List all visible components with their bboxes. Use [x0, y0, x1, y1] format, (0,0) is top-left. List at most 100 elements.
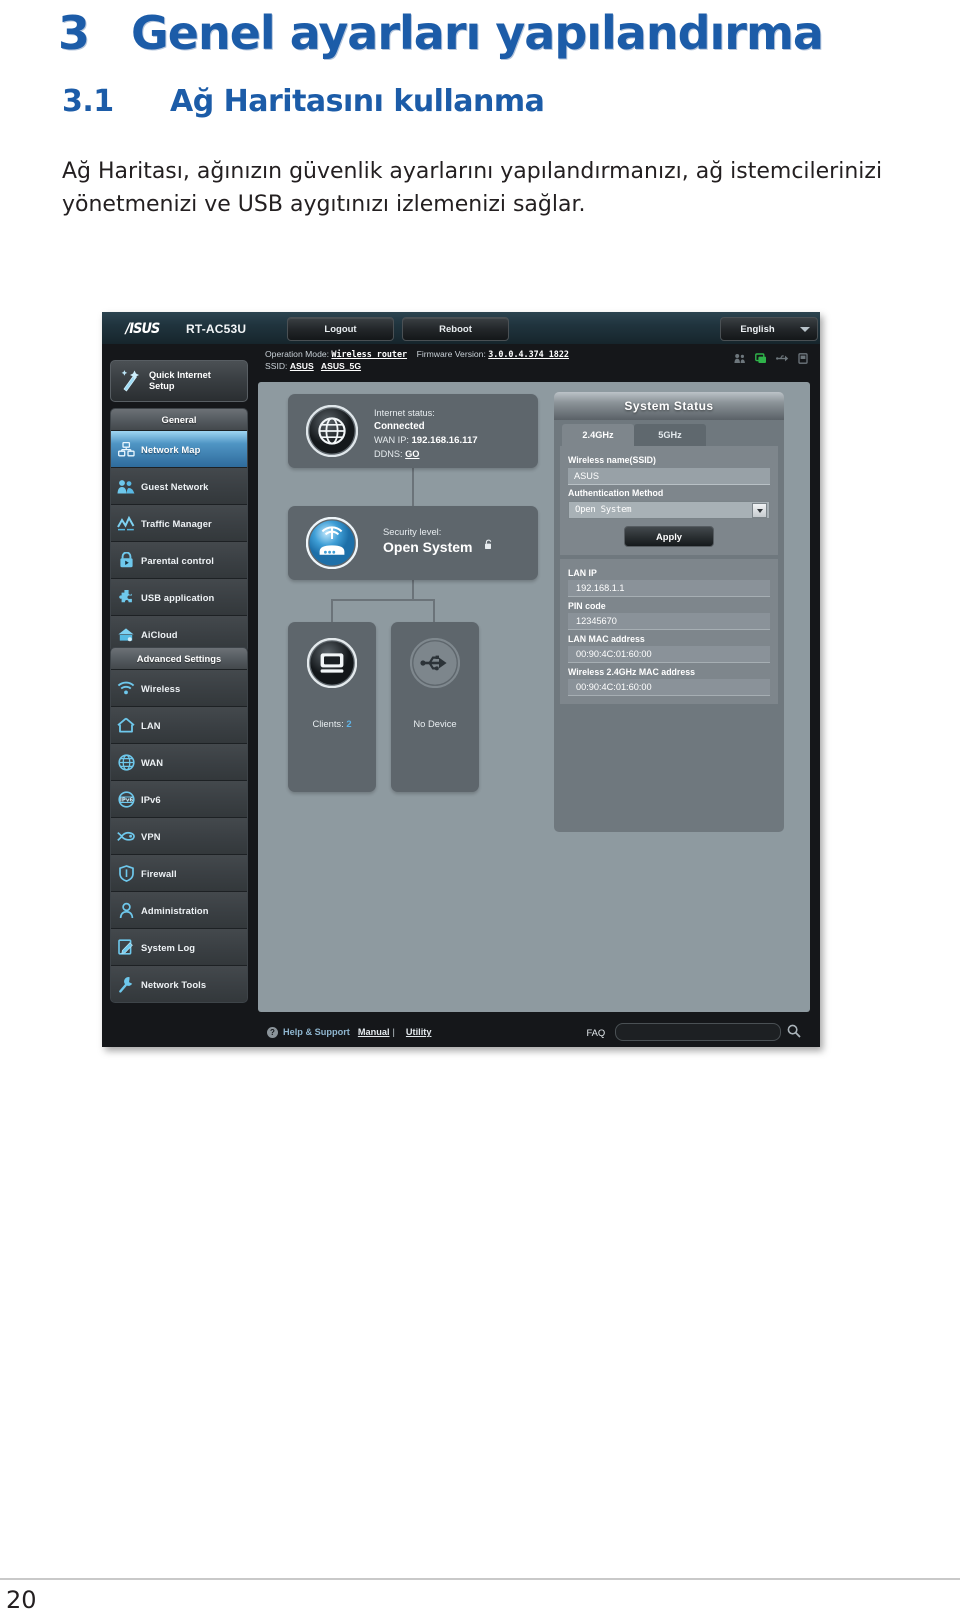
chapter-heading: 3 Genel ayarları yapılandırma: [58, 6, 824, 60]
sidebar-item-ipv6[interactable]: IPv6 IPv6: [111, 780, 247, 817]
guest-network-icon: [111, 479, 141, 494]
security-level-value: Open System: [383, 539, 473, 555]
internet-status-node[interactable]: Internet status: Connected WAN IP: 192.1…: [288, 394, 538, 468]
shield-icon: [111, 864, 141, 882]
sidebar-item-label: Quick Internet Setup: [149, 369, 211, 391]
sidebar-item-vpn[interactable]: VPN: [111, 817, 247, 854]
wrench-icon: [111, 976, 141, 993]
language-label: English: [740, 323, 775, 335]
security-level-node[interactable]: Security level: Open System: [288, 506, 538, 580]
firmware-value[interactable]: 3.0.0.4.374_1822: [488, 349, 569, 359]
chevron-down-icon[interactable]: [752, 503, 767, 518]
router-footer: ? Help & Support Manual | Utility FAQ: [102, 1017, 820, 1047]
system-status-panel: System Status 2.4GHz 5GHz Wireless name(…: [554, 392, 784, 832]
network-map-icon[interactable]: [755, 353, 767, 364]
sidebar-item-usb-application[interactable]: USB application: [111, 578, 247, 615]
sidebar-item-wan[interactable]: WAN: [111, 743, 247, 780]
operation-mode-value[interactable]: Wireless_router: [331, 349, 407, 359]
chevron-down-icon: [800, 326, 810, 332]
wifi-icon: [111, 681, 141, 695]
clients-caption: Clients: 2: [288, 718, 376, 729]
network-map-icon: [111, 441, 141, 457]
sidebar-item-network-map[interactable]: Network Map: [111, 430, 247, 467]
router-icon: [305, 516, 359, 571]
apply-row: Apply: [568, 526, 770, 547]
ssid-value-24[interactable]: ASUS: [290, 361, 314, 371]
globe-icon: [305, 404, 359, 459]
lan-ip-label: LAN IP: [568, 568, 597, 578]
usb-icon[interactable]: [776, 353, 789, 364]
connector-line: [331, 599, 435, 601]
sidebar-item-label: WAN: [141, 756, 164, 768]
section-title: Ağ Haritasını kullanma: [170, 84, 545, 119]
system-status-body: 2.4GHz 5GHz Wireless name(SSID) ASUS Aut…: [554, 420, 784, 832]
utility-link[interactable]: Utility: [406, 1027, 432, 1037]
router-admin-screenshot: /ISUS RT-AC53U Logout Reboot English Ope…: [102, 312, 820, 1047]
manual-link[interactable]: Manual: [358, 1027, 390, 1037]
sidebar-item-label: AiCloud: [141, 628, 178, 640]
connector-line: [412, 468, 414, 506]
sidebar-item-label: Administration: [141, 904, 209, 916]
clients-node[interactable]: Clients: 2: [288, 622, 376, 792]
internet-status-info: Internet status: Connected WAN IP: 192.1…: [374, 407, 478, 461]
sidebar-item-system-log[interactable]: System Log: [111, 928, 247, 965]
pin-code-value: 12345670: [568, 613, 770, 630]
router-sidebar: Quick Internet Setup General Network Map…: [102, 344, 254, 1047]
firmware-label: Firmware Version:: [416, 349, 486, 359]
logout-button[interactable]: Logout: [287, 317, 394, 341]
traffic-manager-icon: [111, 515, 141, 531]
page-number: 20: [6, 1586, 37, 1614]
magic-wand-icon: [119, 368, 145, 394]
wan-ip-label: WAN IP:: [374, 434, 409, 445]
ddns-label: DDNS:: [374, 448, 403, 459]
search-icon[interactable]: [787, 1024, 801, 1040]
usb-caption: No Device: [413, 718, 457, 729]
home-icon: [111, 717, 141, 733]
faq-search-input[interactable]: [615, 1023, 782, 1041]
sidebar-item-administration[interactable]: Administration: [111, 891, 247, 928]
lan-mac-label: LAN MAC address: [568, 634, 645, 644]
sidebar-item-label: Guest Network: [141, 480, 209, 492]
sidebar-item-wireless[interactable]: Wireless: [111, 669, 247, 706]
band-tabs: 2.4GHz 5GHz: [554, 420, 784, 446]
auth-method-label: Authentication Method: [568, 488, 664, 498]
sidebar-item-guest-network[interactable]: Guest Network: [111, 467, 247, 504]
sidebar-item-network-tools[interactable]: Network Tools: [111, 965, 247, 1002]
usb-device-node[interactable]: No Device: [391, 622, 479, 792]
aicloud-icon: [111, 627, 141, 642]
chapter-number: 3: [58, 6, 90, 60]
wireless-mac-label: Wireless 2.4GHz MAC address: [568, 667, 696, 677]
monitor-icon: [306, 637, 358, 690]
clients-label: Clients:: [312, 718, 344, 729]
sidebar-item-parental-control[interactable]: Parental control: [111, 541, 247, 578]
ssid-value-5g[interactable]: ASUS_5G: [321, 361, 361, 371]
language-selector[interactable]: English: [720, 317, 818, 341]
reboot-button[interactable]: Reboot: [402, 317, 509, 341]
ddns-go-link[interactable]: GO: [405, 449, 419, 459]
router-topbar: /ISUS RT-AC53U Logout Reboot English: [102, 312, 820, 345]
sidebar-item-label: IPv6: [141, 793, 161, 805]
tab-5ghz[interactable]: 5GHz: [634, 424, 706, 446]
guest-network-icon[interactable]: [734, 353, 746, 364]
help-icon: ?: [267, 1026, 278, 1038]
pin-code-label: PIN code: [568, 601, 606, 611]
operation-mode-label: Operation Mode:: [265, 349, 330, 359]
sidebar-item-firewall[interactable]: Firewall: [111, 854, 247, 891]
top-right-icon-group: [734, 353, 808, 364]
tab-2-4ghz[interactable]: 2.4GHz: [562, 424, 634, 446]
system-stats-list: LAN IP 192.168.1.1 PIN code 12345670 LAN…: [560, 559, 778, 704]
device-icon[interactable]: [798, 353, 808, 364]
sidebar-item-label: Wireless: [141, 682, 181, 694]
apply-button[interactable]: Apply: [624, 526, 714, 547]
usb-icon: [409, 637, 461, 690]
sidebar-group-advanced-settings: Advanced Settings Wireless LAN WAN IPv6 …: [110, 647, 248, 1003]
wireless-ssid-input[interactable]: ASUS: [568, 468, 770, 485]
wireless-mac-value: 00:90:4C:01:60:00: [568, 679, 770, 696]
auth-method-select[interactable]: Open System: [568, 501, 770, 519]
asus-logo: /ISUS: [125, 321, 160, 337]
sidebar-item-traffic-manager[interactable]: Traffic Manager: [111, 504, 247, 541]
sidebar-item-quick-internet-setup[interactable]: Quick Internet Setup: [110, 360, 248, 402]
sidebar-item-lan[interactable]: LAN: [111, 706, 247, 743]
user-icon: [111, 902, 141, 919]
sidebar-item-label: Firewall: [141, 867, 177, 879]
